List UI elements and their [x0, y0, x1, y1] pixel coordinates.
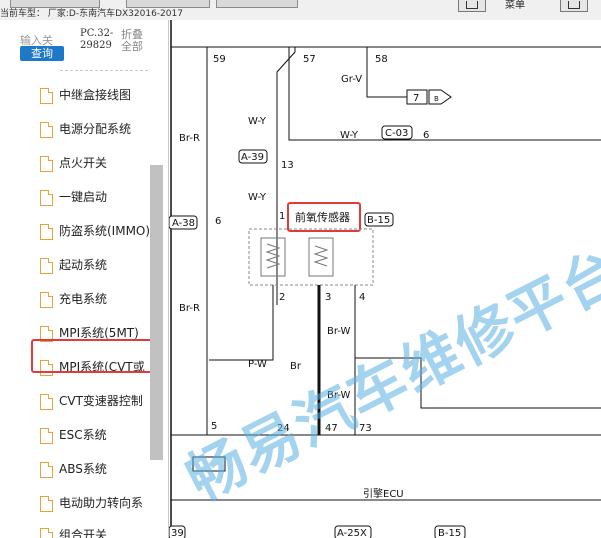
file-icon	[40, 394, 53, 410]
sidebar-item-combination-switch[interactable]: 组合开关	[40, 527, 168, 538]
heater-element	[260, 237, 286, 277]
connector-b-flag	[428, 89, 452, 105]
connector-a-25x-label: A-25X	[337, 528, 367, 538]
wire-w-y-3: W-Y	[340, 130, 359, 141]
sidebar-item-power-distribution[interactable]: 电源分配系统	[40, 121, 168, 141]
collapse-all-button[interactable]: 折叠全部	[121, 29, 151, 53]
file-icon	[40, 428, 53, 444]
wire-br-w-1: Br-W	[327, 326, 351, 337]
wire-w-y-1: W-Y	[248, 116, 267, 127]
pin-3: 3	[325, 292, 331, 303]
pin-58: 58	[375, 54, 388, 65]
file-icon	[40, 190, 53, 206]
file-icon	[40, 462, 53, 478]
ecu-label: 引擎ECU	[363, 487, 404, 500]
wire-br-r-1: Br-R	[179, 133, 200, 144]
pin-6: 6	[215, 216, 221, 227]
pin-13: 13	[281, 160, 294, 171]
top-toolbar: 菜单 当前车型： 厂家:D-东南汽车DX32016-2017	[0, 0, 601, 20]
current-car-type: 当前车型： 厂家:D-东南汽车DX32016-2017	[0, 9, 183, 19]
connector-b-15-bottom-label: B-15	[438, 528, 461, 538]
connector-c-03-label: C-03	[385, 128, 408, 139]
pin-4: 4	[359, 292, 365, 303]
connector-b-label: B	[434, 95, 439, 103]
wire-w-y-2: W-Y	[248, 192, 267, 203]
selected-item-highlight	[31, 339, 161, 373]
connector-a-38-label: A-38	[172, 218, 195, 229]
sidebar: 输入关 查询 PC.32-29829 折叠全部 中继盒接线图 电源分配系统 点火…	[0, 20, 169, 538]
toolbar-button-2[interactable]	[126, 0, 210, 8]
toolbar-button-1[interactable]	[10, 0, 100, 8]
file-icon	[40, 258, 53, 274]
sidebar-scrollbar[interactable]	[150, 165, 163, 460]
connector-a-39-label: A-39	[241, 152, 264, 163]
sidebar-item-relay-box[interactable]: 中继盒接线图	[40, 87, 168, 107]
pin-1: 1	[279, 211, 285, 222]
file-icon	[40, 528, 53, 538]
wire-br: Br	[290, 361, 302, 372]
sidebar-item-eps[interactable]: 电动助力转向系	[40, 495, 168, 515]
file-icon	[40, 496, 53, 512]
file-icon	[40, 88, 53, 104]
menu-label[interactable]: 菜单	[505, 0, 525, 11]
sensor-label: 前氧传感器	[295, 210, 350, 224]
pin-6b: 6	[423, 130, 429, 141]
connector-39-label: 39	[171, 528, 184, 538]
back-icon[interactable]	[458, 0, 486, 12]
wire-gr-v: Gr-V	[341, 74, 362, 85]
sidebar-item-abs[interactable]: ABS系统	[40, 461, 168, 481]
file-icon	[40, 156, 53, 172]
sensor-body	[248, 228, 374, 286]
divider	[60, 70, 148, 71]
pin-57: 57	[303, 54, 316, 65]
sensing-element	[308, 237, 334, 277]
window-icon[interactable]	[560, 0, 588, 12]
pin-59: 59	[213, 54, 226, 65]
connector-7-label: 7	[413, 93, 419, 104]
wire-p-w: P-W	[248, 359, 267, 370]
file-icon	[40, 224, 53, 240]
file-icon	[40, 292, 53, 308]
wire-br-r-2: Br-R	[179, 303, 200, 314]
document-code: PC.32-29829	[80, 28, 114, 51]
toolbar-button-3[interactable]	[216, 0, 298, 8]
file-icon	[40, 122, 53, 138]
search-button[interactable]: 查询	[20, 46, 64, 61]
connector-b-15-label: B-15	[367, 215, 390, 226]
pin-2: 2	[279, 292, 285, 303]
